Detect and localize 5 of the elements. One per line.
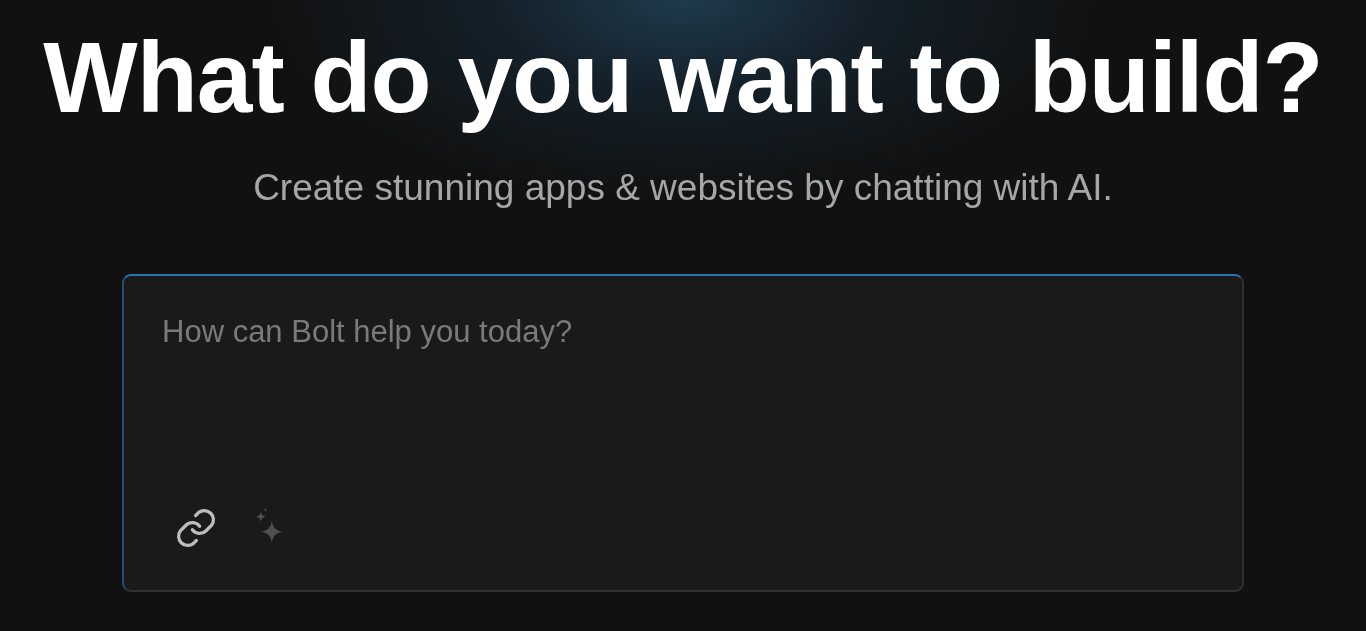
subtitle: Create stunning apps & websites by chatting with AI. — [253, 166, 1113, 210]
prompt-box[interactable]: How can Bolt help you today? — [122, 274, 1244, 592]
attach-link-button[interactable] — [174, 506, 218, 550]
prompt-field[interactable]: How can Bolt help you today? — [162, 314, 1204, 506]
page-title: What do you want to build? — [43, 22, 1323, 132]
